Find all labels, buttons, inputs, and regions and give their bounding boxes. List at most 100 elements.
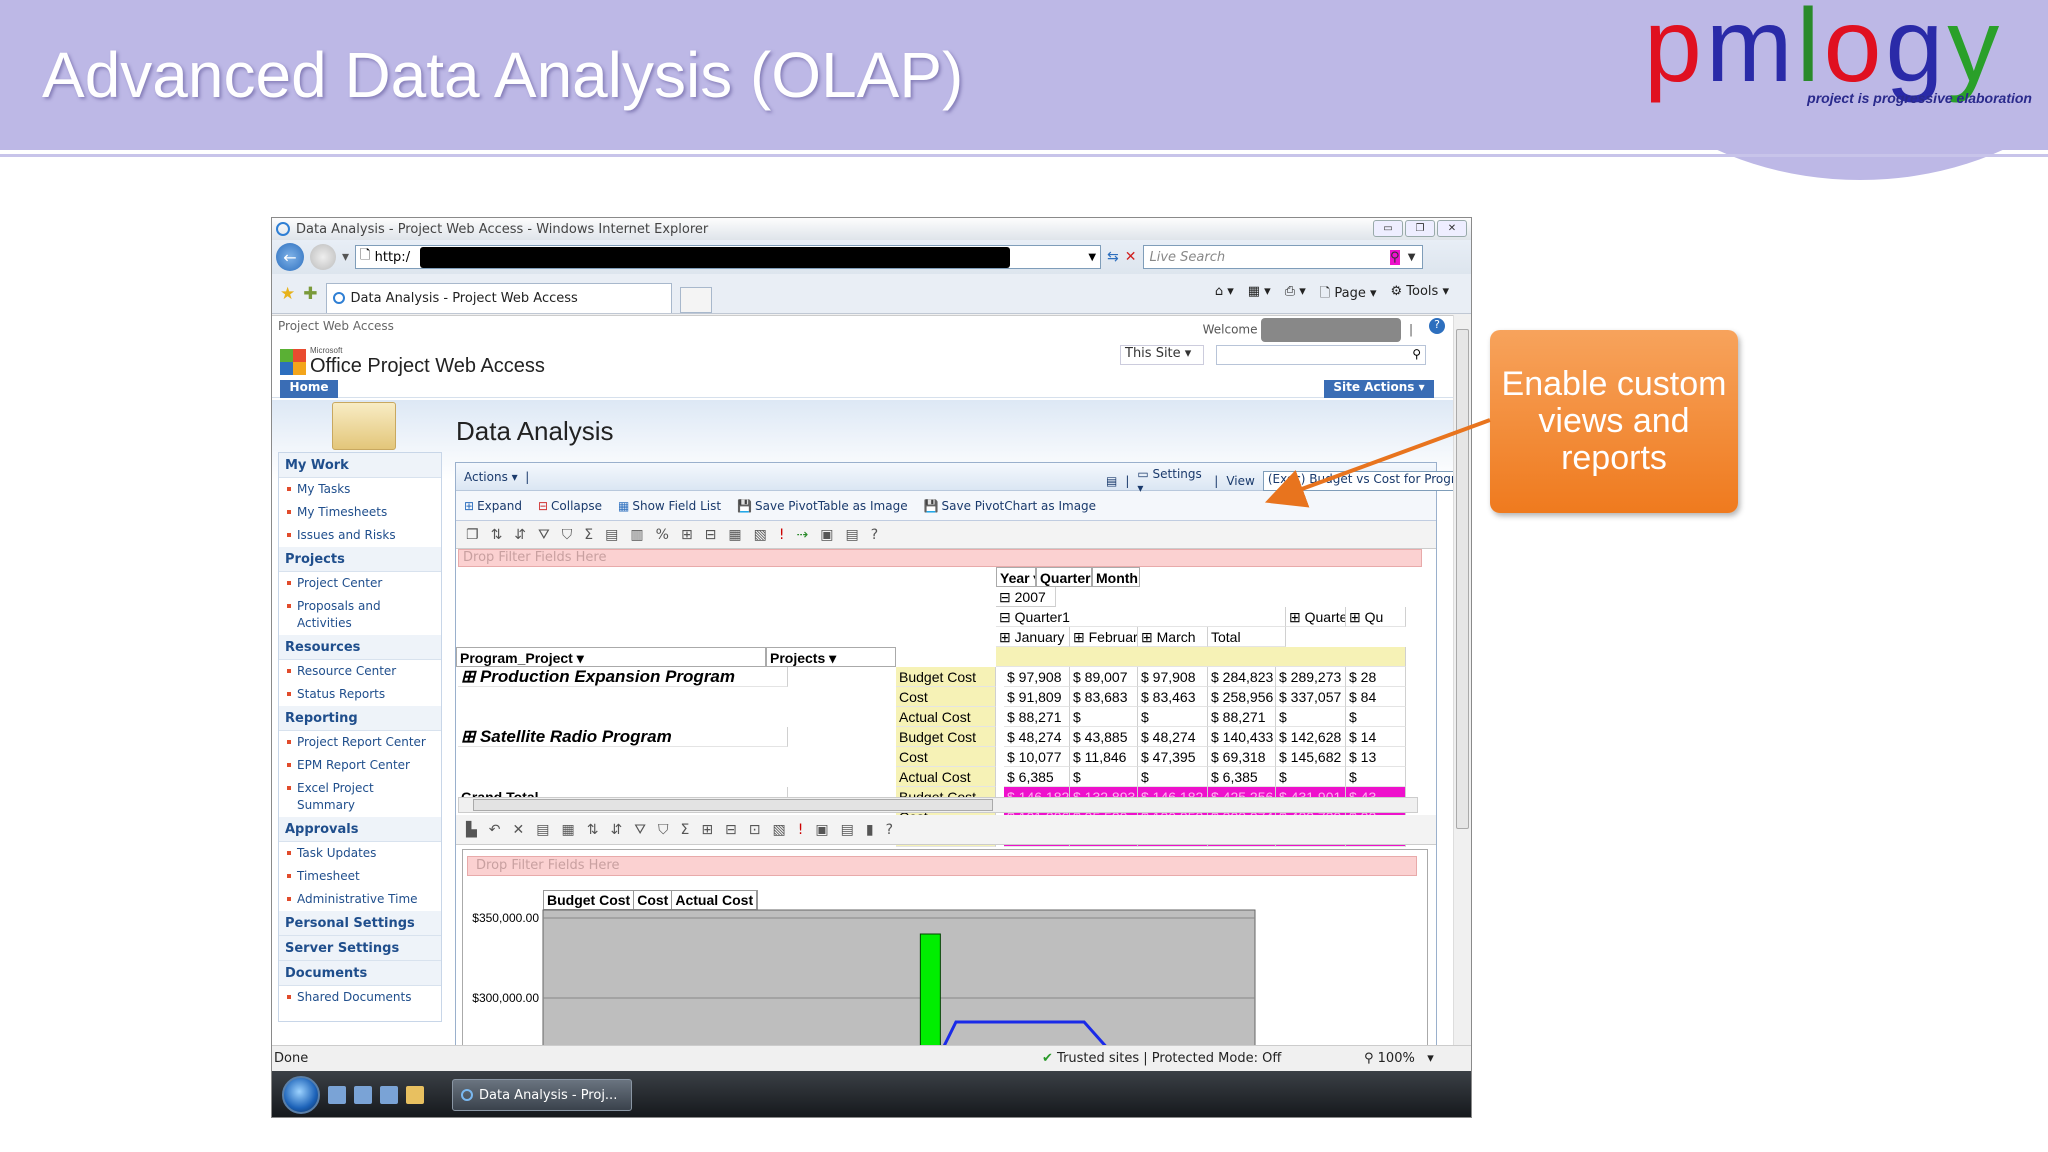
add-favorites-icon[interactable]: ✚ bbox=[303, 284, 317, 304]
sort-asc-icon[interactable]: ⇅ bbox=[587, 822, 599, 838]
filter-icon[interactable]: ⛉ bbox=[658, 822, 669, 838]
help-icon[interactable]: ? bbox=[1429, 318, 1445, 334]
value-cell[interactable]: $ bbox=[1138, 707, 1208, 727]
field-list-toggle-icon[interactable]: ▣ bbox=[815, 822, 828, 838]
program-project-field-button[interactable]: Program_Project ▾ bbox=[456, 647, 766, 667]
quicklaunch-item[interactable]: Timesheet bbox=[279, 865, 441, 888]
program-row-header[interactable]: ⊞ Production Expansion Program bbox=[458, 667, 788, 687]
scroll-thumb[interactable] bbox=[473, 799, 993, 811]
value-cell[interactable]: $ 6,385 bbox=[1208, 767, 1276, 787]
show-details-icon[interactable]: ▧ bbox=[754, 527, 767, 543]
minimize-button[interactable]: ▭ bbox=[1373, 220, 1403, 237]
taskbar-ie-item[interactable]: Data Analysis - Proj... bbox=[452, 1079, 632, 1111]
value-cell[interactable]: $ 91,809 bbox=[1004, 687, 1070, 707]
back-button[interactable]: ← bbox=[276, 243, 304, 271]
export-excel-icon[interactable]: ⇢ bbox=[797, 527, 809, 543]
chart-bar[interactable] bbox=[919, 933, 941, 1045]
search-icon[interactable]: ⚲ bbox=[1389, 249, 1400, 265]
value-cell[interactable]: $ bbox=[1276, 767, 1346, 787]
quicklaunch-heading[interactable]: Projects bbox=[279, 547, 441, 572]
delete-icon[interactable]: ✕ bbox=[513, 822, 525, 838]
pivot-drop-filter[interactable]: Drop Filter Fields Here bbox=[458, 549, 1422, 567]
calc-icon[interactable]: ▤ bbox=[605, 527, 618, 543]
page-vscrollbar[interactable] bbox=[1453, 315, 1471, 1045]
quicklaunch-heading[interactable]: Server Settings bbox=[279, 936, 441, 961]
feeds-icon[interactable]: ▦ ▾ bbox=[1248, 284, 1271, 306]
quicklaunch-item[interactable]: Task Updates bbox=[279, 842, 441, 865]
value-cell[interactable]: $ bbox=[1276, 707, 1346, 727]
chart-wizard-icon[interactable]: ▤ bbox=[536, 822, 549, 838]
value-cell[interactable]: $ 13 bbox=[1346, 747, 1406, 767]
details-icon[interactable]: ▧ bbox=[773, 822, 786, 838]
quicklaunch-item[interactable]: Issues and Risks bbox=[279, 524, 441, 547]
start-button[interactable] bbox=[282, 1076, 320, 1114]
value-cell[interactable]: $ 47,395 bbox=[1138, 747, 1208, 767]
value-cell[interactable]: $ 11,846 bbox=[1070, 747, 1138, 767]
favorites-star-icon[interactable]: ★ bbox=[280, 284, 295, 304]
settings-menu[interactable]: ▭ Settings ▾ bbox=[1137, 467, 1206, 495]
quarter1-header[interactable]: ⊟ Quarter1 bbox=[996, 607, 1286, 627]
quicklaunch-item[interactable]: Project Center bbox=[279, 572, 441, 595]
export-icon[interactable]: ▮ bbox=[866, 822, 874, 838]
pivot-options-icon[interactable]: ▤ bbox=[1106, 474, 1117, 488]
folder-quicklaunch-icon[interactable] bbox=[406, 1086, 424, 1104]
ie-quicklaunch-icon[interactable] bbox=[380, 1086, 398, 1104]
print-icon[interactable]: ⎙ ▾ bbox=[1285, 284, 1306, 306]
scroll-thumb[interactable] bbox=[1456, 329, 1469, 829]
refresh-icon[interactable]: ⇆ bbox=[1107, 249, 1119, 265]
quicklaunch-item[interactable]: Proposals and Activities bbox=[279, 595, 441, 635]
value-cell[interactable]: $ bbox=[1346, 707, 1406, 727]
month-header[interactable]: ⊞ March bbox=[1138, 627, 1208, 647]
value-cell[interactable]: $ 88,271 bbox=[1208, 707, 1276, 727]
quicklaunch-heading[interactable]: Approvals bbox=[279, 817, 441, 842]
value-cell[interactable]: $ bbox=[1070, 767, 1138, 787]
command-options-icon[interactable]: ▤ bbox=[841, 822, 854, 838]
month-header[interactable]: ⊞ February bbox=[1070, 627, 1138, 647]
quarter-field-button[interactable]: Quarter bbox=[1036, 567, 1092, 587]
value-cell[interactable]: $ 48,274 bbox=[1138, 727, 1208, 747]
value-cell[interactable]: $ 69,318 bbox=[1208, 747, 1276, 767]
month-field-button[interactable]: Month bbox=[1092, 567, 1140, 587]
value-cell[interactable]: $ 6,385 bbox=[1004, 767, 1070, 787]
autofilter-icon[interactable]: ⛛ bbox=[538, 527, 550, 543]
quicklaunch-item[interactable]: My Tasks bbox=[279, 478, 441, 501]
page-menu[interactable]: 🗋 Page ▾ bbox=[1320, 284, 1377, 306]
live-search-input[interactable]: Live Search ⚲ ▼ bbox=[1142, 245, 1423, 269]
value-cell[interactable]: $ 97,908 bbox=[1138, 667, 1208, 687]
drill-icon[interactable]: ⊡ bbox=[749, 822, 761, 838]
site-search-input[interactable]: ⚲ bbox=[1216, 345, 1426, 365]
site-actions-menu[interactable]: Site Actions ▾ bbox=[1324, 380, 1434, 398]
program-row-header[interactable]: ⊞ Satellite Radio Program bbox=[458, 727, 788, 747]
quicklaunch-heading[interactable]: Reporting bbox=[279, 706, 441, 731]
quicklaunch-item[interactable]: Project Report Center bbox=[279, 731, 441, 754]
value-cell[interactable]: $ 284,823 bbox=[1208, 667, 1276, 687]
restore-button[interactable]: ❐ bbox=[1405, 220, 1435, 237]
quicklaunch-item[interactable]: Status Reports bbox=[279, 683, 441, 706]
value-cell[interactable]: $ 48,274 bbox=[1004, 727, 1070, 747]
quicklaunch-heading[interactable]: Personal Settings bbox=[279, 911, 441, 936]
filter-icon[interactable]: ⛉ bbox=[562, 527, 573, 543]
month-header[interactable]: ⊞ January bbox=[996, 627, 1070, 647]
sort-desc-icon[interactable]: ⇵ bbox=[514, 527, 526, 543]
value-cell[interactable]: $ 140,433 bbox=[1208, 727, 1276, 747]
copy-icon[interactable]: ❐ bbox=[466, 527, 479, 543]
pivot-hscrollbar[interactable] bbox=[458, 797, 1418, 813]
value-cell[interactable]: $ bbox=[1070, 707, 1138, 727]
quicklaunch-item[interactable]: Excel Project Summary bbox=[279, 777, 441, 817]
value-cell[interactable]: $ 89,007 bbox=[1070, 667, 1138, 687]
value-cell[interactable]: $ 258,956 bbox=[1208, 687, 1276, 707]
refresh-data-icon[interactable]: ! bbox=[779, 527, 785, 543]
value-cell[interactable]: $ 145,682 bbox=[1276, 747, 1346, 767]
refresh-data-icon[interactable]: ! bbox=[798, 822, 804, 838]
security-zone[interactable]: ✔ Trusted sites | Protected Mode: Off bbox=[1042, 1051, 1281, 1066]
undo-icon[interactable]: ↶ bbox=[489, 822, 501, 838]
value-cell[interactable]: $ 10,077 bbox=[1004, 747, 1070, 767]
tab-home[interactable]: Home bbox=[280, 380, 338, 398]
hide-details-icon[interactable]: ▦ bbox=[728, 527, 741, 543]
search-dropdown-icon[interactable]: ▼ bbox=[1408, 252, 1416, 263]
sort-desc-icon[interactable]: ⇵ bbox=[610, 822, 622, 838]
value-cell[interactable]: $ bbox=[1346, 767, 1406, 787]
search-icon[interactable]: ⚲ bbox=[1412, 347, 1421, 361]
tools-menu[interactable]: ⚙ Tools ▾ bbox=[1391, 284, 1450, 306]
quicklaunch-item[interactable]: Shared Documents bbox=[279, 986, 441, 1009]
